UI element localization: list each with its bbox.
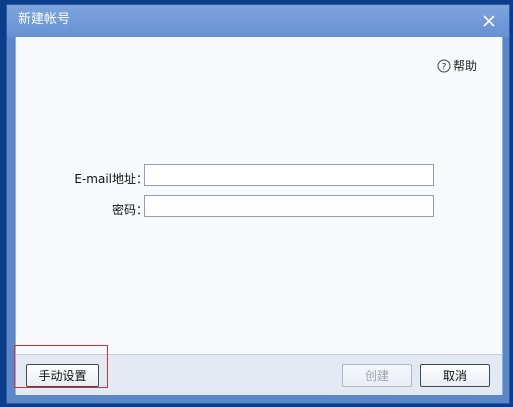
- cancel-button[interactable]: 取消: [420, 364, 490, 387]
- close-icon[interactable]: [481, 13, 497, 29]
- email-label: E-mail地址：: [74, 172, 148, 186]
- dialog-footer: 手动设置 创建 取消: [15, 354, 503, 395]
- help-link[interactable]: ? 帮助: [437, 57, 477, 74]
- help-label: 帮助: [452, 59, 477, 73]
- password-label: 密码：: [111, 203, 148, 217]
- password-field[interactable]: [144, 195, 434, 217]
- svg-text:?: ?: [442, 62, 447, 72]
- dialog-title: 新建帐号: [18, 12, 71, 27]
- create-button[interactable]: 创建: [342, 364, 412, 387]
- title-bar[interactable]: 新建帐号: [7, 5, 509, 37]
- manual-setup-button[interactable]: 手动设置: [26, 364, 99, 387]
- dialog-content: ? 帮助 E-mail地址： 密码：: [15, 37, 503, 354]
- email-field[interactable]: [144, 164, 434, 186]
- new-account-dialog: 新建帐号 ? 帮助 E-mail地址： 密码： 手动设置 创建 取消: [6, 4, 510, 404]
- question-circle-icon: ?: [437, 59, 451, 72]
- window-bottom-border: [7, 395, 509, 403]
